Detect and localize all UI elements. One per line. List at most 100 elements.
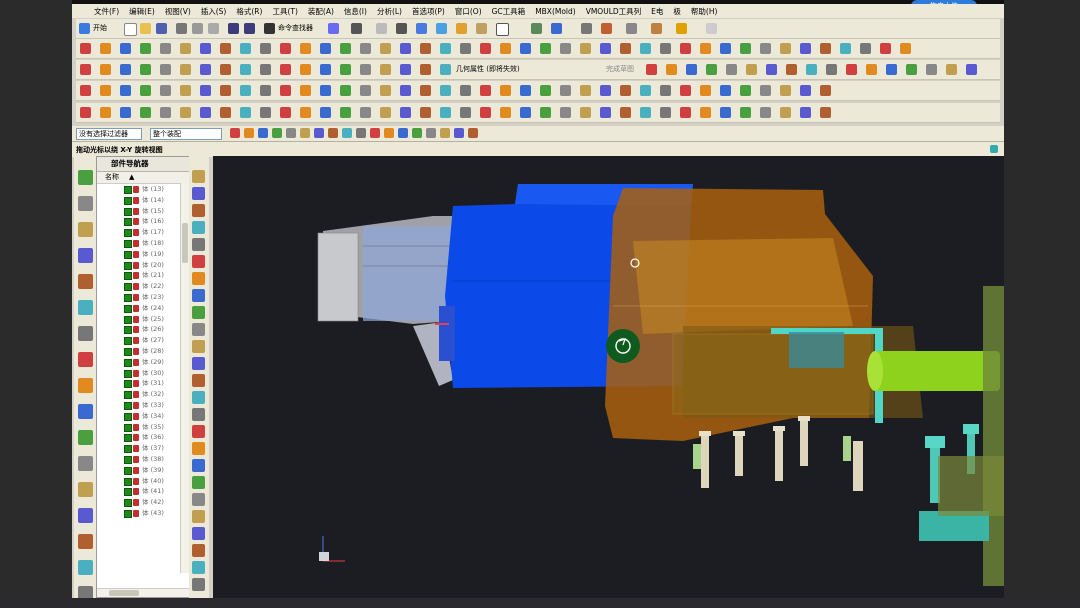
modeling-tool-icon[interactable] xyxy=(720,85,731,96)
feature-tool-icon[interactable] xyxy=(440,43,451,54)
modeling-tool-icon[interactable] xyxy=(820,85,831,96)
modeling-tool-icon[interactable] xyxy=(240,85,251,96)
curve-tool-icon[interactable] xyxy=(120,64,131,75)
surface-tool-icon[interactable] xyxy=(620,107,631,118)
modeling-tool-icon[interactable] xyxy=(200,85,211,96)
menu-format[interactable]: 格式(R) xyxy=(231,6,267,17)
navigator-row[interactable]: 体 (18) xyxy=(97,238,189,249)
selection-filter-select[interactable]: 没有选择过滤器 xyxy=(76,128,142,140)
navigator-row[interactable]: 体 (13) xyxy=(97,184,189,195)
menu-file[interactable]: 文件(F) xyxy=(89,6,124,17)
render-icon[interactable] xyxy=(396,23,407,34)
visibility-checkbox[interactable] xyxy=(124,293,132,302)
surface-tool-icon[interactable] xyxy=(220,107,231,118)
visibility-checkbox[interactable] xyxy=(124,380,132,389)
model-view[interactable] xyxy=(213,156,1004,600)
surface-tool-icon[interactable] xyxy=(640,107,651,118)
surface-tool-icon[interactable] xyxy=(460,107,471,118)
visibility-checkbox[interactable] xyxy=(124,455,132,464)
menu-preferences[interactable]: 首选项(P) xyxy=(407,6,450,17)
curve-tool-icon[interactable] xyxy=(300,64,311,75)
modeling-tool-icon[interactable] xyxy=(320,85,331,96)
resource-tab-icon[interactable] xyxy=(78,482,93,497)
snap-icon[interactable] xyxy=(244,128,254,138)
feature-tool-icon[interactable] xyxy=(780,43,791,54)
snap-icon[interactable] xyxy=(468,128,478,138)
visibility-checkbox[interactable] xyxy=(124,218,132,227)
menu-analysis[interactable]: 分析(L) xyxy=(372,6,407,17)
extra-icon[interactable] xyxy=(706,23,717,34)
modeling-tool-icon[interactable] xyxy=(700,85,711,96)
resource-tab-icon[interactable] xyxy=(78,222,93,237)
sketch-tool-icon[interactable] xyxy=(746,64,757,75)
visibility-checkbox[interactable] xyxy=(124,477,132,486)
modeling-tool-icon[interactable] xyxy=(760,85,771,96)
surface-tool-icon[interactable] xyxy=(600,107,611,118)
navigator-row[interactable]: 体 (40) xyxy=(97,476,189,487)
modeling-tool-icon[interactable] xyxy=(600,85,611,96)
surface-tool-icon[interactable] xyxy=(240,107,251,118)
resource-tab-icon[interactable] xyxy=(78,326,93,341)
start-icon[interactable] xyxy=(79,23,90,34)
surface-tool-icon[interactable] xyxy=(420,107,431,118)
surface-tool-icon[interactable] xyxy=(360,107,371,118)
surface-tool-icon[interactable] xyxy=(820,107,831,118)
copy-icon[interactable] xyxy=(192,23,203,34)
feature-tool-icon[interactable] xyxy=(600,43,611,54)
resource-tab-icon[interactable] xyxy=(78,352,93,367)
navigator-tool-icon[interactable] xyxy=(192,289,205,302)
navigator-row[interactable]: 体 (30) xyxy=(97,368,189,379)
palette-icon[interactable] xyxy=(651,23,662,34)
navigator-row[interactable]: 体 (24) xyxy=(97,303,189,314)
curve-tool-icon[interactable] xyxy=(140,64,151,75)
measure-icon[interactable] xyxy=(581,23,592,34)
feature-tool-icon[interactable] xyxy=(240,43,251,54)
surface-tool-icon[interactable] xyxy=(80,107,91,118)
resource-tab-icon[interactable] xyxy=(78,274,93,289)
snap-icon[interactable] xyxy=(314,128,324,138)
visibility-checkbox[interactable] xyxy=(124,250,132,259)
snap-icon[interactable] xyxy=(440,128,450,138)
modeling-tool-icon[interactable] xyxy=(680,85,691,96)
resource-tab-icon[interactable] xyxy=(78,430,93,445)
navigator-tool-icon[interactable] xyxy=(192,425,205,438)
visibility-checkbox[interactable] xyxy=(124,229,132,238)
feature-tool-icon[interactable] xyxy=(740,43,751,54)
feature-tool-icon[interactable] xyxy=(160,43,171,54)
resource-tab-icon[interactable] xyxy=(78,378,93,393)
visibility-checkbox[interactable] xyxy=(124,196,132,205)
curve-tool-icon[interactable] xyxy=(260,64,271,75)
modeling-tool-icon[interactable] xyxy=(440,85,451,96)
modeling-tool-icon[interactable] xyxy=(560,85,571,96)
navigator-column-name[interactable]: 名称 ▲ xyxy=(97,172,189,184)
feature-tool-icon[interactable] xyxy=(660,43,671,54)
navigator-row[interactable]: 体 (35) xyxy=(97,422,189,433)
menu-assembly[interactable]: 装配(A) xyxy=(303,6,339,17)
curve-tool-icon[interactable] xyxy=(180,64,191,75)
modeling-tool-icon[interactable] xyxy=(540,85,551,96)
navigator-tool-icon[interactable] xyxy=(192,527,205,540)
redo-icon[interactable] xyxy=(244,23,255,34)
visibility-checkbox[interactable] xyxy=(124,391,132,400)
navigator-tool-icon[interactable] xyxy=(192,510,205,523)
menu-vmould[interactable]: VMOULD工具列 xyxy=(581,6,646,17)
menu-mbx[interactable]: MBX(Mold) xyxy=(530,7,581,16)
curve-tool-icon[interactable] xyxy=(80,64,91,75)
navigator-row[interactable]: 体 (16) xyxy=(97,216,189,227)
surface-tool-icon[interactable] xyxy=(800,107,811,118)
visibility-checkbox[interactable] xyxy=(124,304,132,313)
feature-tool-icon[interactable] xyxy=(420,43,431,54)
navigator-row[interactable]: 体 (29) xyxy=(97,357,189,368)
feature-tool-icon[interactable] xyxy=(260,43,271,54)
navigator-row[interactable]: 体 (32) xyxy=(97,389,189,400)
feature-tool-icon[interactable] xyxy=(120,43,131,54)
curve-tool-icon[interactable] xyxy=(360,64,371,75)
sketch-tool-icon[interactable] xyxy=(766,64,777,75)
modeling-tool-icon[interactable] xyxy=(80,85,91,96)
navigator-tool-icon[interactable] xyxy=(192,476,205,489)
visibility-checkbox[interactable] xyxy=(124,315,132,324)
menu-view[interactable]: 视图(V) xyxy=(160,6,196,17)
surface-tool-icon[interactable] xyxy=(500,107,511,118)
menu-gc-toolbox[interactable]: GC工具箱 xyxy=(487,6,531,17)
modeling-tool-icon[interactable] xyxy=(480,85,491,96)
